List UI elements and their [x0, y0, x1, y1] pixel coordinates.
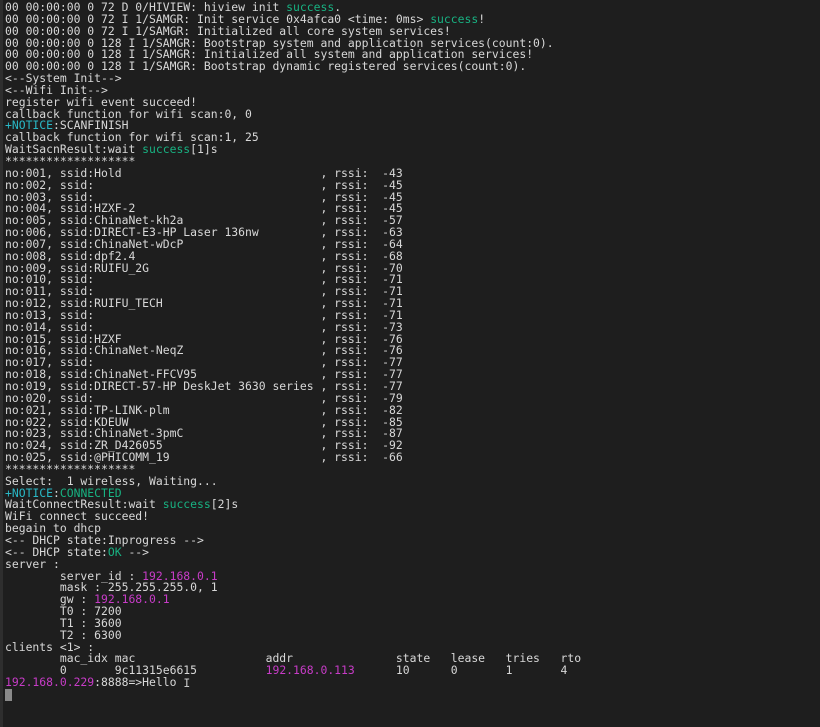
prompt-line: 192.168.0.229:8888=>Hello I [5, 675, 191, 691]
connect-succeed-line: WiFi connect succeed! [5, 509, 150, 524]
terminal-output: 00 00:00:00 0 72 D 0/HIVIEW: hiview init… [5, 1, 820, 701]
server-field-row: gw : 192.168.0.1 [5, 592, 170, 607]
system-init-marker: <--System Init--> [5, 71, 122, 86]
server-field-row: T2 : 6300 [5, 627, 122, 642]
select-line: Select: 1 wireless, Waiting... [5, 473, 218, 488]
dhcp-ok-line: <-- DHCP state:OK --> [5, 544, 150, 559]
boot-log-line: 00 00:00:00 0 128 I 1/SAMGR: Bootstrap d… [5, 59, 527, 74]
server-field-row: T0 : 7200 [5, 604, 122, 619]
block-cursor [5, 688, 12, 701]
text-cursor-icon: I [183, 676, 191, 691]
cursor-line [5, 688, 820, 701]
server-field-row: T1 : 3600 [5, 615, 122, 630]
terminal-window[interactable]: 00 00:00:00 0 72 D 0/HIVIEW: hiview init… [0, 0, 820, 727]
